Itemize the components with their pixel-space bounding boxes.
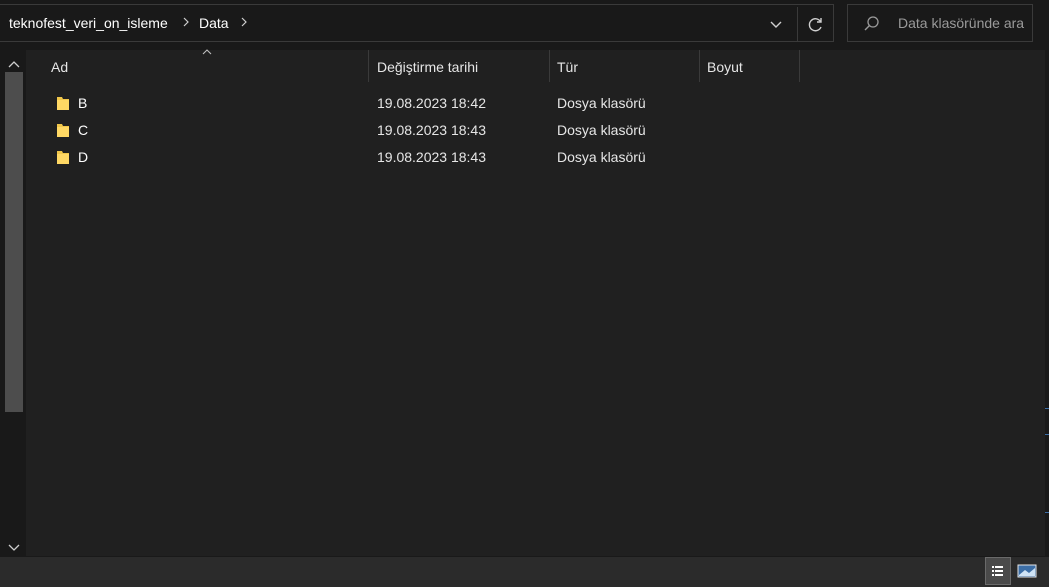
chevron-down-icon[interactable]: [766, 17, 786, 33]
file-name: B: [78, 95, 88, 111]
column-header-type[interactable]: Tür: [550, 50, 699, 82]
folder-icon: [56, 123, 70, 138]
search-icon: [862, 15, 882, 33]
large-icons-view-icon: [1017, 564, 1037, 578]
column-header-date-label: Değiştirme tarihi: [377, 59, 479, 75]
file-date: 19.08.2023 18:43: [377, 122, 486, 138]
column-header-name[interactable]: Ad: [26, 49, 368, 82]
breadcrumb-teknofest[interactable]: teknofest_veri_on_isleme: [9, 15, 168, 31]
chevron-right-icon[interactable]: [182, 16, 190, 31]
edge-line: [1045, 434, 1049, 435]
file-date: 19.08.2023 18:43: [377, 149, 486, 165]
details-view-button[interactable]: [985, 557, 1011, 585]
file-row[interactable]: D 19.08.2023 18:43 Dosya klasörü: [26, 144, 806, 171]
file-date: 19.08.2023 18:42: [377, 95, 486, 111]
column-header-date[interactable]: Değiştirme tarihi: [369, 50, 549, 82]
chevron-down-icon[interactable]: [7, 540, 21, 551]
file-row[interactable]: B 19.08.2023 18:42 Dosya klasörü: [26, 90, 806, 117]
details-view-icon: [992, 566, 1003, 576]
navigation-pane: [0, 50, 26, 556]
search-input[interactable]: Data klasöründe ara: [898, 15, 1032, 31]
column-divider[interactable]: [799, 50, 800, 82]
refresh-icon[interactable]: [805, 15, 827, 35]
right-edge: [1045, 50, 1049, 556]
large-icons-view-button[interactable]: [1014, 559, 1040, 583]
breadcrumb-data[interactable]: Data: [199, 15, 229, 31]
search-box[interactable]: Data klasöründe ara: [847, 4, 1033, 42]
column-header-size[interactable]: Boyut: [700, 50, 799, 82]
address-divider: [797, 7, 798, 41]
file-name: C: [78, 122, 89, 138]
file-name: D: [78, 149, 89, 165]
file-list: Ad Değiştirme tarihi Tür Boyut B 19.08.2…: [26, 49, 1045, 556]
folder-icon: [56, 150, 70, 165]
sort-caret-icon: [202, 49, 212, 55]
file-type: Dosya klasörü: [557, 122, 646, 138]
column-header-size-label: Boyut: [707, 59, 743, 75]
edge-line: [1045, 408, 1049, 409]
file-type: Dosya klasörü: [557, 149, 646, 165]
scrollbar-thumb[interactable]: [5, 72, 23, 412]
file-type: Dosya klasörü: [557, 95, 646, 111]
column-header-type-label: Tür: [557, 59, 578, 75]
address-bar[interactable]: teknofest_veri_on_isleme Data: [0, 4, 834, 42]
folder-icon: [56, 96, 70, 111]
edge-line: [1045, 512, 1049, 513]
status-bar: [0, 557, 1049, 587]
column-header-name-label: Ad: [51, 59, 69, 75]
chevron-right-icon[interactable]: [240, 16, 248, 31]
file-row[interactable]: C 19.08.2023 18:43 Dosya klasörü: [26, 117, 806, 144]
chevron-up-icon[interactable]: [7, 56, 21, 68]
